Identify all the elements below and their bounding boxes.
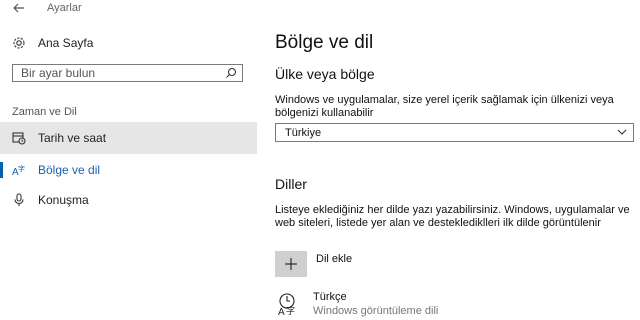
- sidebar-item-region-language[interactable]: A 字 Bölge ve dil: [0, 154, 257, 186]
- language-subtitle: Windows görüntüleme dili: [313, 305, 439, 317]
- sidebar-item-label: Konuşma: [38, 193, 89, 207]
- svg-text:字: 字: [286, 305, 295, 316]
- language-name: Türkçe: [313, 291, 347, 303]
- calendar-clock-icon: [12, 132, 26, 145]
- language-icon: A 字: [278, 293, 295, 316]
- sidebar: Ayarlar Ana Sayfa Zaman ve Dil Tarih ve …: [0, 0, 257, 320]
- languages-description: Listeye eklediğiniz her dilde yazı yazab…: [275, 204, 630, 229]
- search-icon[interactable]: [225, 67, 237, 79]
- language-list-item[interactable]: A 字 Türkçe Windows görüntüleme dili: [275, 290, 575, 320]
- home-label: Ana Sayfa: [38, 36, 94, 50]
- home-nav-item[interactable]: Ana Sayfa: [0, 32, 257, 54]
- add-language-label: Dil ekle: [316, 253, 353, 265]
- region-heading: Ülke veya bölge: [275, 66, 375, 82]
- sidebar-item-label: Bölge ve dil: [38, 163, 101, 177]
- back-arrow-icon: [13, 3, 24, 13]
- add-language-tile[interactable]: [275, 251, 307, 277]
- add-language-button[interactable]: Dil ekle: [275, 251, 475, 277]
- active-indicator: [0, 162, 3, 178]
- title-bar: Ayarlar: [0, 0, 257, 22]
- app-title: Ayarlar: [47, 2, 82, 14]
- region-description: Windows ve uygulamalar, size yerel içeri…: [275, 94, 614, 119]
- sidebar-item-label: Tarih ve saat: [38, 131, 107, 145]
- svg-text:字: 字: [18, 164, 25, 173]
- search-box[interactable]: [12, 64, 243, 82]
- main-content: Bölge ve dil Ülke veya bölge Windows ve …: [275, 0, 640, 320]
- section-label: Zaman ve Dil: [12, 106, 77, 118]
- page-title: Bölge ve dil: [275, 32, 374, 53]
- gear-icon: [13, 37, 25, 49]
- plus-icon: [285, 258, 297, 270]
- svg-text:A: A: [278, 307, 285, 316]
- country-region-select[interactable]: Türkiye: [275, 123, 634, 142]
- languages-heading: Diller: [275, 176, 307, 192]
- language-icon: A 字: [12, 164, 25, 177]
- selected-country: Türkiye: [285, 127, 322, 139]
- sidebar-item-speech[interactable]: Konuşma: [0, 184, 257, 216]
- sidebar-item-date-time[interactable]: Tarih ve saat: [0, 122, 257, 154]
- microphone-icon: [14, 193, 24, 206]
- chevron-down-icon: [617, 129, 627, 135]
- search-input[interactable]: [21, 66, 221, 80]
- back-button[interactable]: [12, 1, 28, 17]
